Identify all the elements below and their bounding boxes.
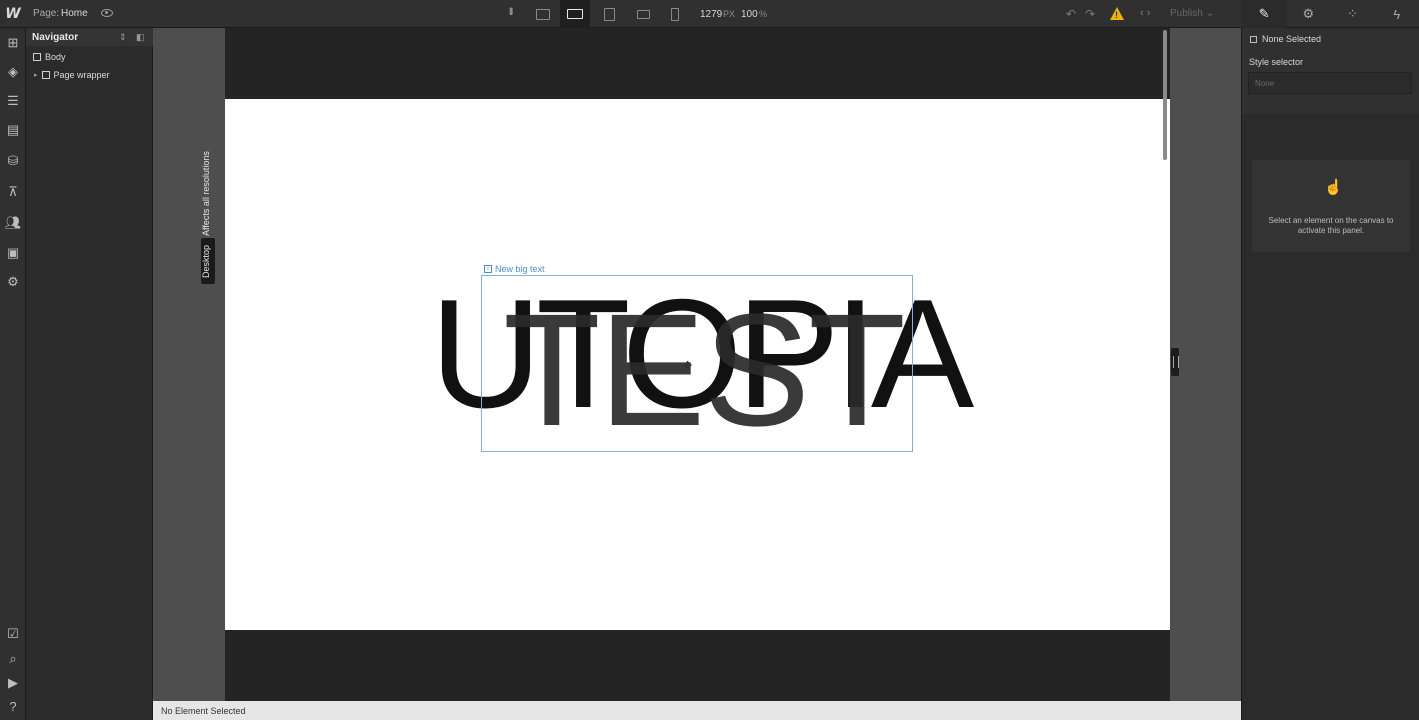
more-options-icon[interactable]: ••• [504,7,518,14]
hover-outline [481,275,913,452]
zoom-unit: % [759,9,768,19]
text-element-icon: T [484,265,492,273]
device-laptop-button[interactable] [560,0,590,28]
element-hover-label: T New big text [484,264,545,274]
desktop-icon [536,8,550,20]
div-block-icon [41,71,50,79]
collapse-toggle-icon[interactable]: ⇕ [119,32,127,43]
nav-item-label: Page wrapper [53,70,110,80]
warning-icon[interactable]: ! [1110,7,1124,20]
pages-icon[interactable]: ▤ [6,122,20,137]
mobile-landscape-icon [636,9,650,19]
breakpoint-note: Affects all resolutions [201,151,211,236]
search-icon[interactable]: ⌕ [6,651,20,666]
checklist-icon[interactable]: ☑ [6,626,20,641]
dock-panel-icon[interactable]: ◧ [136,32,145,43]
preview-eye-icon[interactable] [101,9,113,17]
lightning-icon: ϟ [1393,6,1401,22]
panel-tabs: ✎ ⚙ ⁘ ϟ [1242,0,1419,28]
nav-item-body[interactable]: Body [33,52,66,62]
database-icon[interactable]: ⛁ [6,153,20,168]
element-label-text: New big text [495,264,545,274]
move-cursor-icon: ✥ [683,360,693,372]
device-tablet-button[interactable] [594,0,624,28]
nav-item-label: Body [45,52,66,62]
device-mobile-landscape-button[interactable] [628,0,658,28]
users-icon[interactable]: 👥︎ [5,215,22,230]
navigator-title: Navigator [32,32,79,43]
publish-button[interactable]: Publish ⌄ [1170,8,1214,19]
canvas-resize-handle[interactable] [1171,348,1179,376]
style-selector-input[interactable]: None [1248,72,1412,94]
body-icon [33,53,41,61]
expand-caret-icon[interactable]: ▸ [34,71,38,79]
tablet-icon [603,7,615,21]
canvas-width-unit: PX [723,9,736,19]
sitemap-icon[interactable]: ⊼ [6,184,20,199]
breakpoint-badge[interactable]: Desktop [201,238,215,284]
page-selector[interactable]: Home [61,8,88,19]
lightning-tab[interactable]: ϟ [1375,0,1419,28]
canvas-scrollbar[interactable] [1163,30,1167,160]
activate-message: Select an element on the canvas to activ… [1268,216,1394,235]
selection-indicator: None Selected [1250,34,1321,44]
video-icon[interactable]: ▶ [6,675,20,690]
status-text: No Element Selected [161,706,246,716]
zoom-value[interactable]: 100 [741,9,758,20]
assets-icon[interactable]: ▣ [6,245,20,260]
status-bar: No Element Selected [153,701,1241,720]
navigator-panel: Navigator ⇕ ◧ Body ▸ Page wrapper [26,28,153,720]
add-icon[interactable]: ⊞ [6,35,20,50]
gear-icon: ⚙ [1302,6,1315,21]
drops-icon: ⁘ [1347,6,1359,21]
page-label: Page: [33,8,60,19]
nav-item-page-wrapper[interactable]: ▸ Page wrapper [34,70,110,80]
device-desktop-button[interactable] [528,0,558,28]
activate-panel-card: ☝ Select an element on the canvas to act… [1252,160,1410,252]
cube-icon[interactable]: ◈ [6,64,20,79]
undo-icon[interactable]: ↶ [1066,7,1076,21]
navigator-icon[interactable]: ☰ [6,93,20,108]
webflow-logo[interactable]: W [0,0,26,28]
interactions-tab[interactable]: ⁘ [1331,0,1375,28]
left-toolbar: ⊞ ◈ ☰ ▤ ⛁ ⊼ 👥︎ ▣ ⚙ ☑ ⌕ ▶ ? [0,28,26,720]
style-panel: None Selected Style selector None ☝ Sele… [1241,28,1419,720]
help-icon[interactable]: ? [6,699,20,714]
element-checkbox-icon [1250,35,1257,43]
laptop-star-icon [567,9,583,19]
mobile-portrait-icon [671,7,679,21]
canvas-area: Affects all resolutions Desktop UTOPIA T… [153,28,1241,701]
top-toolbar: W Page: Home ••• 1279 PX 100 % ↶ ↷ ! ‹ ›… [0,0,1419,28]
pointer-hand-icon: ☝ [1324,179,1343,196]
code-icon[interactable]: ‹ › [1140,7,1150,19]
settings-icon[interactable]: ⚙ [6,274,20,289]
none-selected-label: None Selected [1262,34,1322,44]
redo-icon[interactable]: ↷ [1085,7,1095,21]
settings-tab[interactable]: ⚙ [1286,0,1330,28]
device-mobile-portrait-button[interactable] [660,0,690,28]
paintbrush-icon: ✎ [1258,6,1270,21]
publish-label: Publish [1170,8,1203,19]
canvas-width-value[interactable]: 1279 [700,9,722,20]
style-selector-label: Style selector [1249,57,1304,67]
style-tab[interactable]: ✎ [1242,0,1287,28]
